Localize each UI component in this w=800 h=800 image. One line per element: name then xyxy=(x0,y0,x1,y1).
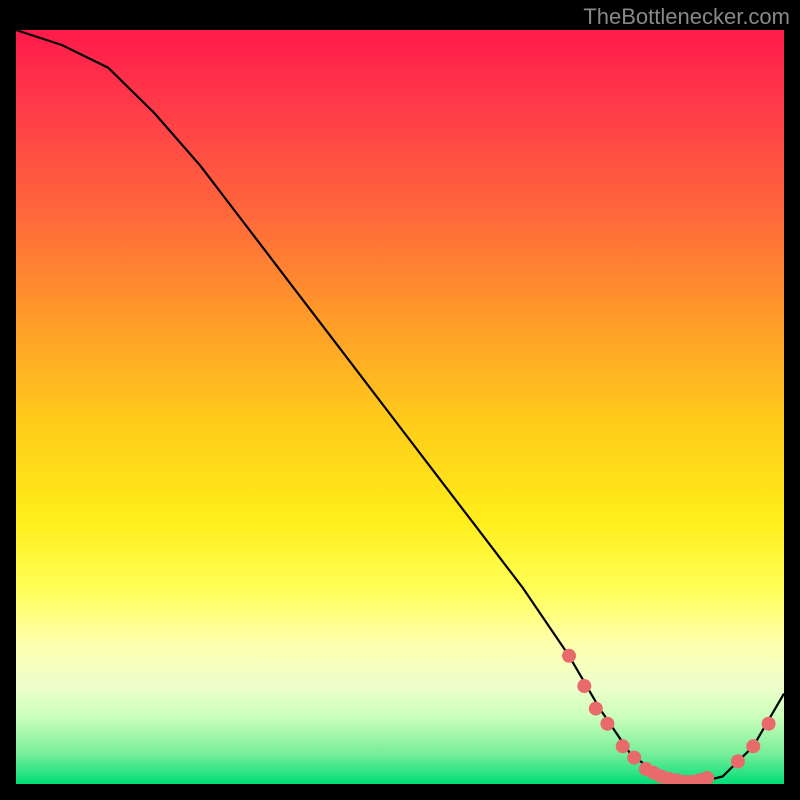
attribution-text: TheBottlenecker.com xyxy=(583,4,790,30)
chart-gradient-background xyxy=(16,30,784,784)
